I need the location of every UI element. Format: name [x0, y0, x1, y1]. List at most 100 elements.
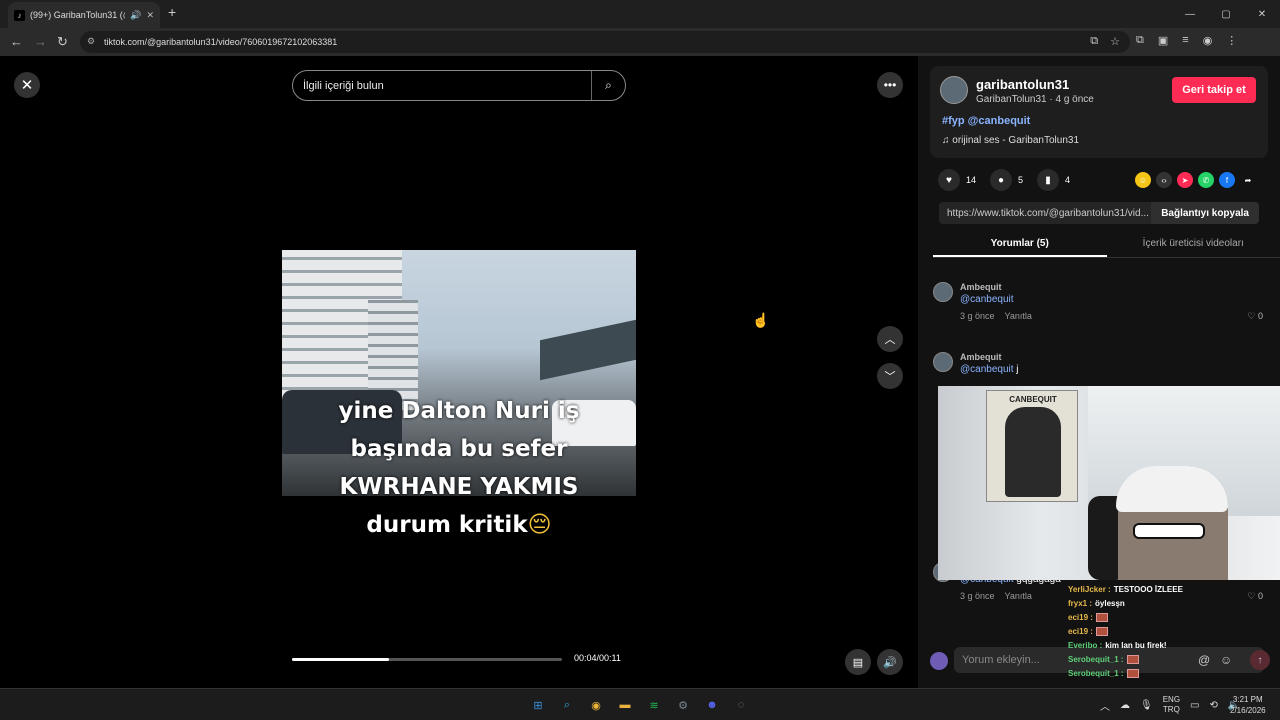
video-progress-bar[interactable]	[292, 658, 562, 661]
url-text: tiktok.com/@garibantolun31/video/7606019…	[104, 37, 338, 47]
author-username[interactable]: garibantolun31	[976, 77, 1069, 92]
extensions-icon[interactable]: ⧉	[1136, 34, 1144, 47]
reply-button[interactable]: Yanıtla	[1005, 591, 1032, 601]
caption-line: yine Dalton Nuri iş	[338, 398, 580, 424]
discord-icon[interactable]: ☻	[702, 695, 722, 715]
avatar[interactable]	[940, 76, 968, 104]
reload-icon[interactable]: ↻	[57, 34, 68, 50]
reply-button[interactable]: Yanıtla	[1005, 311, 1032, 321]
comment-like-button[interactable]: ♡ 0	[1247, 311, 1263, 322]
next-video-icon[interactable]: ﹀	[877, 363, 903, 389]
avatar[interactable]	[933, 352, 953, 372]
panel-tabs: Yorumlar (5) İçerik üreticisi videoları	[933, 232, 1280, 258]
like-button[interactable]: ♥ 14	[938, 169, 976, 191]
network-icon[interactable]: ⟲	[1210, 700, 1218, 711]
sound-row[interactable]: ♫ orijinal ses - GaribanTolun31	[942, 135, 1079, 146]
chat-line: Serobequit_1 :	[1068, 666, 1280, 680]
windows-start-icon[interactable]: ⊞	[528, 695, 548, 715]
author-subtitle: GaribanTolun31 · 4 g önce	[976, 94, 1094, 105]
new-tab-button[interactable]: +	[168, 4, 176, 20]
chrome-icon[interactable]: ◉	[586, 695, 606, 715]
cloud-sync-icon[interactable]: ☁	[1120, 700, 1130, 711]
author-card: garibantolun31 GaribanTolun31 · 4 g önce…	[930, 66, 1268, 158]
share-link-field[interactable]: https://www.tiktok.com/@garibantolun31/v…	[939, 202, 1259, 224]
install-icon[interactable]: ⧉	[1090, 35, 1098, 48]
taskbar-apps: ⊞ ⌕ ◉ ▬ ≋ ⚙ ☻ ◌	[528, 695, 751, 715]
comment-mention[interactable]: @canbequit	[960, 364, 1014, 375]
comment-like-count: 0	[1257, 311, 1263, 321]
more-options-icon[interactable]: •••	[877, 72, 903, 98]
url-field[interactable]: ⚙ tiktok.com/@garibantolun31/video/76060…	[80, 31, 1130, 53]
app-icon[interactable]: ◌	[731, 695, 751, 715]
coin-icon[interactable]: ☺	[1135, 172, 1151, 188]
tab-comments[interactable]: Yorumlar (5)	[933, 232, 1107, 257]
copy-link-button[interactable]: Bağlantıyı kopyala	[1151, 202, 1259, 224]
search-icon[interactable]: ⌕	[557, 695, 577, 715]
chat-username: eci19 :	[1068, 612, 1093, 622]
site-info-icon[interactable]: ⚙	[87, 36, 95, 47]
back-icon[interactable]: ←	[10, 34, 23, 49]
language-indicator[interactable]: ENG TRQ	[1163, 695, 1180, 715]
chat-username: Serobequit_1 :	[1068, 668, 1124, 678]
send-icon[interactable]: ➤	[1177, 172, 1193, 188]
close-window-button[interactable]: ✕	[1244, 0, 1280, 28]
maximize-button[interactable]: ▢	[1208, 0, 1244, 28]
pensive-emoji-icon: 😔	[527, 512, 552, 538]
comment-body: j	[1013, 364, 1019, 375]
chat-line: Serobequit_1 :	[1068, 652, 1280, 666]
comment-mention[interactable]: @canbequit	[960, 294, 1014, 305]
save-button[interactable]: ▮ 4	[1037, 169, 1070, 191]
chat-username: YerliJcker :	[1068, 584, 1111, 594]
video-description[interactable]: #fyp @canbequit	[942, 115, 1030, 127]
avatar[interactable]	[933, 282, 953, 302]
search-icon[interactable]: ⌕	[591, 71, 625, 100]
microphone-icon[interactable]: 🎙	[1140, 700, 1153, 711]
previous-video-icon[interactable]: ︿	[877, 326, 903, 352]
chat-username: eci19 :	[1068, 626, 1093, 636]
browser-tab[interactable]: ♪ (99+) GaribanTolun31 (@ga 🔊 ✕	[8, 2, 160, 28]
chat-line: fryx1 : öylesşn	[1068, 596, 1280, 610]
profile-avatar-icon[interactable]: ◉	[1203, 34, 1213, 47]
file-explorer-icon[interactable]: ▬	[615, 695, 635, 715]
tab-creator-videos[interactable]: İçerik üreticisi videoları	[1107, 232, 1280, 257]
close-icon[interactable]: ✕	[14, 72, 40, 98]
share-arrow-icon[interactable]: ➦	[1240, 172, 1256, 188]
chat-username: Serobequit_1 :	[1068, 654, 1124, 664]
bookmark-star-icon[interactable]: ☆	[1110, 35, 1120, 48]
chevron-up-icon[interactable]: ︿	[1100, 698, 1110, 713]
picture-in-picture-icon[interactable]: ▤	[845, 649, 871, 675]
speaker-icon[interactable]: 🔊	[130, 10, 141, 21]
related-search-input[interactable]: İlgili içeriği bulun ⌕	[292, 70, 626, 101]
chat-message: kim lan bu firek!	[1105, 640, 1167, 650]
clock-time: 3:21 PM	[1232, 695, 1263, 704]
save-count: 4	[1065, 175, 1071, 185]
split-view-icon[interactable]: ▣	[1158, 34, 1168, 47]
chat-message: TESTOOO İZLEEE	[1113, 584, 1183, 594]
volume-icon[interactable]: 🔊	[877, 649, 903, 675]
chat-username: fryx1 :	[1068, 598, 1093, 608]
comment-user[interactable]: Ambequit	[960, 282, 1002, 292]
search-placeholder: İlgili içeriği bulun	[303, 79, 384, 92]
forward-icon[interactable]: →	[34, 34, 47, 49]
comment-button[interactable]: ● 5	[990, 169, 1023, 191]
bucket-hat-shape	[1116, 466, 1228, 512]
facebook-icon[interactable]: f	[1219, 172, 1235, 188]
spotify-icon[interactable]: ≋	[644, 695, 664, 715]
display-icon[interactable]: ▭	[1190, 700, 1199, 711]
caption-line: durum kritik😔	[282, 506, 636, 544]
avatar[interactable]	[930, 652, 948, 670]
address-bar-row: ← → ↻ ⚙ tiktok.com/@garibantolun31/video…	[0, 28, 1280, 56]
clock[interactable]: 3:21 PM 2/16/2026	[1230, 694, 1266, 716]
close-tab-icon[interactable]: ✕	[146, 10, 154, 21]
stream-chat-overlay: YerliJcker : TESTOOO İZLEEE fryx1 : öylesşn…	[1068, 582, 1280, 680]
embed-icon[interactable]: ‹›	[1156, 172, 1172, 188]
poster-figure	[1005, 407, 1061, 497]
settings-icon[interactable]: ⚙	[673, 695, 693, 715]
video-player[interactable]: İlgili içeriği bulun ⌕ yine Dalton Nuri …	[282, 56, 636, 688]
follow-back-button[interactable]: Geri takip et	[1172, 77, 1256, 103]
menu-kebab-icon[interactable]: ⋮	[1226, 34, 1237, 47]
comment-user[interactable]: Ambequit	[960, 352, 1002, 362]
whatsapp-icon[interactable]: ✆	[1198, 172, 1214, 188]
minimize-button[interactable]: —	[1172, 0, 1208, 28]
media-controls-icon[interactable]: ≡	[1182, 34, 1188, 47]
